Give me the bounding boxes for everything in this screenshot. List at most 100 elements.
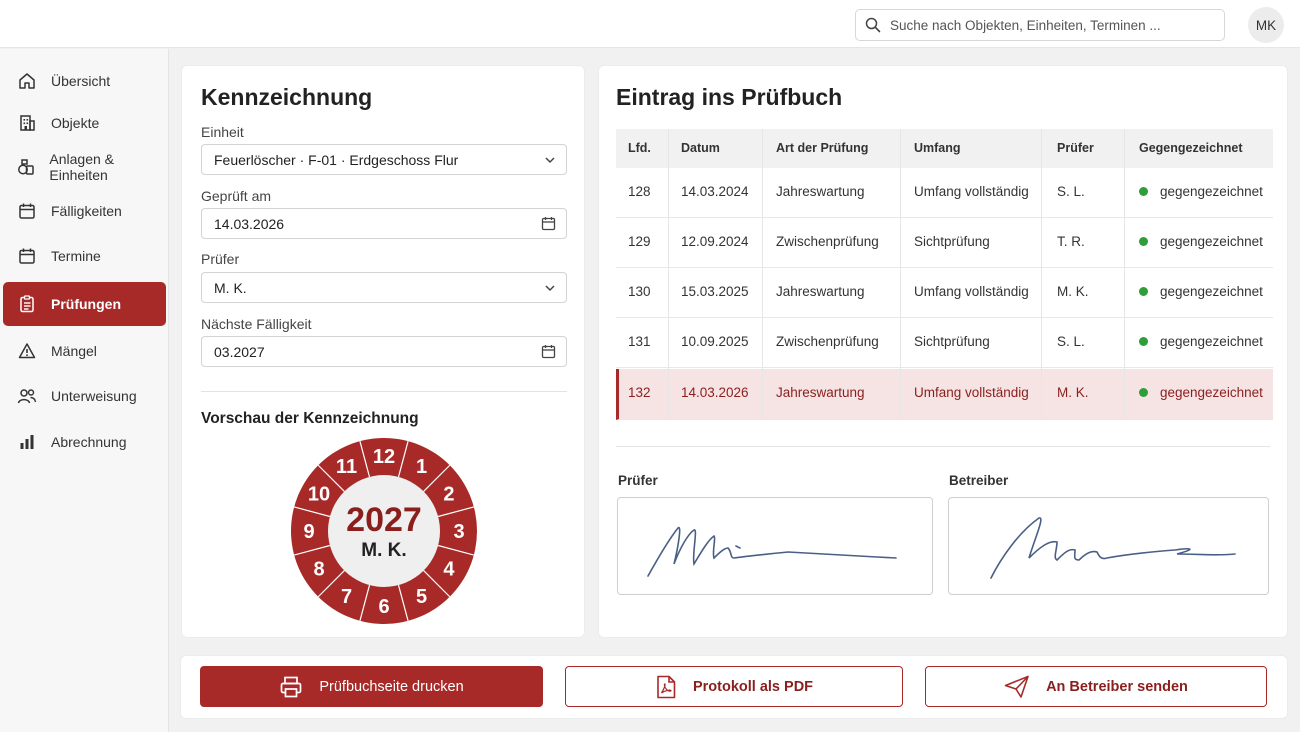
sidebar-item-abrechnung[interactable]: Abrechnung [3, 420, 166, 464]
cell-umfang: Sichtprüfung [914, 334, 990, 349]
cell-status: gegengezeichnet [1139, 385, 1263, 400]
cell-nr: 131 [628, 334, 651, 349]
signature-betreiber-drawing [990, 517, 1236, 579]
sidebar-item-label: Abrechnung [51, 434, 127, 450]
cell-status: gegengezeichnet [1139, 234, 1263, 249]
badge-month-9: 9 [303, 521, 314, 543]
sidebar-item-label: Mängel [51, 343, 97, 359]
action-bar: Prüfbuchseite drucken Protokoll als PDF … [181, 656, 1287, 718]
search-input[interactable] [890, 17, 1210, 33]
divider [616, 446, 1270, 447]
calendar-icon[interactable] [541, 216, 556, 231]
table-row[interactable]: 129 12.09.2024 Zwischenprüfung Sichtprüf… [616, 218, 1273, 268]
badge-month-10: 10 [308, 484, 330, 506]
cell-art: Jahreswartung [776, 385, 865, 400]
bar-chart-icon [17, 432, 37, 452]
sidebar-item-objekte[interactable]: Objekte [3, 101, 166, 145]
badge-initials: M. K. [361, 540, 406, 561]
sidebar-item-uebersicht[interactable]: Übersicht [3, 59, 166, 103]
status-text: gegengezeichnet [1160, 284, 1263, 299]
cell-art: Zwischenprüfung [776, 234, 879, 249]
cell-umfang: Umfang vollständig [914, 385, 1029, 400]
signature-pruefer-pad[interactable] [617, 497, 933, 595]
calendar-icon [17, 246, 37, 266]
search-box[interactable] [855, 9, 1225, 41]
pdf-button[interactable]: Protokoll als PDF [565, 666, 903, 707]
badge-month-12: 12 [373, 446, 395, 468]
column-divider [1124, 129, 1125, 420]
einheit-value: Feuerlöscher · F-01 · Erdgeschoss Flur [214, 151, 459, 168]
sidebar-item-unterweisung[interactable]: Unterweisung [3, 374, 166, 418]
column-divider [900, 129, 901, 420]
send-button-label: An Betreiber senden [1046, 678, 1188, 695]
column-header: Prüfer [1057, 141, 1094, 155]
divider [201, 391, 567, 392]
einheit-select[interactable]: Feuerlöscher · F-01 · Erdgeschoss Flur [201, 144, 567, 175]
cell-nr: 128 [628, 184, 651, 199]
signature-betreiber-pad[interactable] [948, 497, 1269, 595]
geprueft-date-field[interactable]: 14.03.2026 [201, 208, 567, 239]
cell-umfang: Sichtprüfung [914, 234, 990, 249]
sidebar-item-maengel[interactable]: Mängel [3, 329, 166, 373]
column-header: Umfang [914, 141, 961, 155]
status-dot [1139, 336, 1148, 346]
top-bar: MK [0, 0, 1300, 48]
home-icon [17, 71, 37, 91]
send-button[interactable]: An Betreiber senden [925, 666, 1267, 707]
table-row[interactable]: 128 14.03.2024 Jahreswartung Umfang voll… [616, 168, 1273, 218]
sidebar-item-pruefungen[interactable]: Prüfungen [3, 282, 166, 326]
einheit-label: Einheit [201, 124, 244, 140]
user-avatar[interactable]: MK [1248, 7, 1284, 43]
table-row[interactable]: 131 10.09.2025 Zwischenprüfung Sichtprüf… [616, 318, 1273, 368]
pruefer-value: M. K. [214, 279, 247, 296]
printer-icon [279, 675, 303, 699]
status-dot [1139, 236, 1148, 246]
sidebar-item-label: Übersicht [51, 73, 111, 89]
column-header: Lfd. [628, 141, 651, 155]
sidebar-item-termine[interactable]: Termine [3, 234, 166, 278]
table-row[interactable]: 130 15.03.2025 Jahreswartung Umfang voll… [616, 268, 1273, 318]
signature-pruefer-label: Prüfer [618, 473, 658, 488]
table-row-highlighted[interactable]: 132 14.03.2026 Jahreswartung Umfang voll… [616, 369, 1273, 420]
sidebar-item-anlagen[interactable]: Anlagen & Einheiten [3, 145, 166, 189]
faelligkeit-date-field[interactable]: 03.2027 [201, 336, 567, 367]
cell-pruefer: S. L. [1057, 184, 1085, 199]
signature-betreiber-label: Betreiber [949, 473, 1009, 488]
badge-month-6: 6 [378, 596, 389, 618]
status-text: gegengezeichnet [1160, 234, 1263, 249]
badge-year: 2027 [346, 501, 422, 539]
table-header: Lfd. Datum Art der Prüfung Umfang Prüfer… [616, 129, 1273, 168]
sidebar-item-label: Fälligkeiten [51, 203, 122, 219]
sidebar-item-label: Objekte [51, 115, 100, 131]
units-icon [17, 157, 35, 177]
paper-plane-icon [1004, 675, 1030, 699]
column-header: Datum [681, 141, 720, 155]
pdf-button-label: Protokoll als PDF [692, 678, 814, 695]
pdf-icon [655, 675, 677, 699]
pruefbuch-title: Eintrag ins Prüfbuch [616, 84, 843, 110]
cell-umfang: Umfang vollständig [914, 184, 1029, 199]
badge-month-7: 7 [341, 586, 352, 608]
sidebar: Übersicht Objekte Anlagen & Einheiten Fä… [0, 49, 169, 732]
badge-month-4: 4 [443, 559, 455, 581]
kennzeichnung-card: Kennzeichnung Einheit Feuerlöscher · F-0… [182, 66, 584, 637]
cell-nr: 132 [628, 385, 651, 400]
print-button[interactable]: Prüfbuchseite drucken [200, 666, 543, 707]
signature-pruefer-drawing [647, 526, 897, 577]
column-header: Art der Prüfung [776, 141, 869, 155]
print-button-label: Prüfbuchseite drucken [319, 678, 464, 695]
pruefer-select[interactable]: M. K. [201, 272, 567, 303]
building-icon [17, 113, 37, 133]
sidebar-item-faelligkeiten[interactable]: Fälligkeiten [3, 189, 166, 233]
cell-datum: 15.03.2025 [681, 284, 749, 299]
cell-pruefer: S. L. [1057, 334, 1085, 349]
cell-art: Zwischenprüfung [776, 334, 879, 349]
column-divider [668, 129, 669, 420]
chevron-down-icon [544, 282, 556, 294]
cell-datum: 10.09.2025 [681, 334, 749, 349]
cell-pruefer: T. R. [1057, 234, 1085, 249]
calendar-icon[interactable] [541, 344, 556, 359]
status-text: gegengezeichnet [1160, 334, 1263, 349]
calendar-icon [17, 201, 37, 221]
column-divider [762, 129, 763, 420]
